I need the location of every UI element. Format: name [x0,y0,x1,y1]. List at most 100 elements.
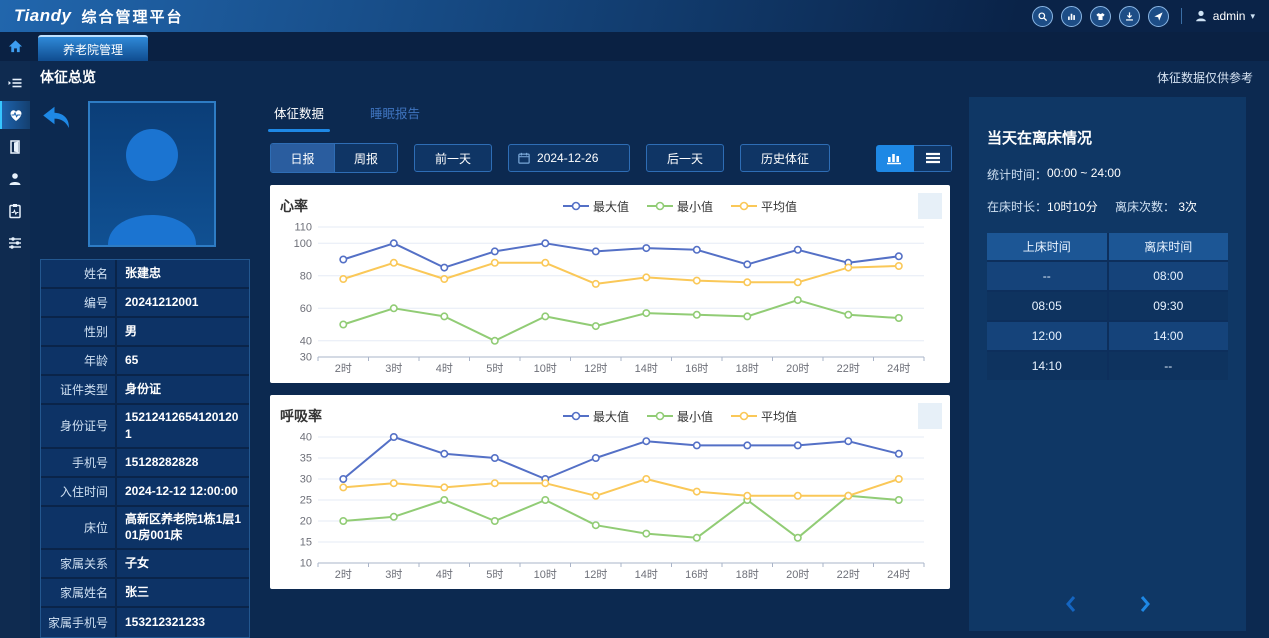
bed-table-row: --08:00 [987,260,1228,290]
history-vitals-button[interactable]: 历史体征 [740,144,830,172]
chart-card: 心率 最大值最小值平均值 304060801001102时3时4时5时10时12… [270,185,950,383]
person-icon [1194,9,1208,23]
svg-text:110: 110 [294,222,312,234]
sidebar-item-door[interactable] [0,133,30,161]
patient-field-row: 家属手机号153212321233 [41,608,249,637]
legend-item[interactable]: 平均值 [731,198,797,215]
weekly-report-button[interactable]: 周报 [334,144,397,172]
bed-table-cell: 08:05 [987,292,1107,320]
list-icon [924,151,942,165]
window-tab-nursing-home[interactable]: 养老院管理 [38,35,148,61]
main-layout: 体征总览 体征数据仅供参考 姓名张建忠编号20241212001性别男年龄65证… [0,61,1269,638]
svg-text:5时: 5时 [486,362,503,375]
svg-text:100: 100 [294,238,312,250]
sidebar-item-person[interactable] [0,165,30,193]
theme-icon[interactable] [1090,6,1111,27]
settings-sliders-icon [7,235,23,251]
tab-sleep-report[interactable]: 睡眠报告 [366,103,424,127]
prev-page-button[interactable] [1060,593,1082,615]
brand-logo: Tiandy [14,6,71,26]
bed-table-cell: 14:00 [1107,322,1229,350]
list-view-button[interactable] [914,145,952,172]
bed-table-cell: 09:30 [1107,292,1229,320]
field-label: 家属姓名 [41,579,117,606]
patient-field-row: 手机号15128282828 [41,449,249,478]
calendar-icon [518,152,530,164]
patient-field-row: 证件类型身份证 [41,376,249,405]
bed-table-header-cell: 上床时间 [987,233,1107,260]
tab-vitals-data[interactable]: 体征数据 [270,103,328,127]
svg-text:10时: 10时 [534,362,557,375]
sidebar-item-vitals[interactable] [0,101,30,129]
page-title: 体征总览 [40,67,96,87]
field-label: 性别 [41,318,117,345]
divider [1181,8,1182,24]
page-note: 体征数据仅供参考 [1157,69,1253,86]
bed-table-cell: 12:00 [987,322,1107,350]
back-button[interactable] [42,105,72,131]
report-type-group: 日报 周报 [270,143,398,173]
bed-duration: 在床时长： 10时10分 [987,198,1115,215]
field-label: 姓名 [41,260,117,287]
svg-text:40: 40 [300,432,312,444]
legend-item[interactable]: 最大值 [563,198,629,215]
field-label: 床位 [41,507,117,549]
daily-report-button[interactable]: 日报 [271,144,334,172]
svg-text:16时: 16时 [685,568,708,581]
field-value: 153212321233 [117,608,249,637]
svg-text:4时: 4时 [436,362,453,375]
legend-item[interactable]: 最大值 [563,408,629,425]
bar-chart-icon [886,150,904,166]
bed-table-cell: 08:00 [1107,262,1229,290]
field-value: 15128282828 [117,449,249,476]
patient-photo [88,101,216,247]
legend-item[interactable]: 最小值 [647,198,713,215]
svg-text:30: 30 [300,474,312,486]
avatar-silhouette [90,103,214,245]
svg-text:20时: 20时 [786,362,809,375]
patient-field-row: 性别男 [41,318,249,347]
download-icon[interactable] [1119,6,1140,27]
stats-icon[interactable] [1061,6,1082,27]
svg-text:35: 35 [300,453,312,465]
svg-text:14时: 14时 [635,362,658,375]
bed-table: 上床时间离床时间 --08:0008:0509:3012:0014:0014:1… [987,233,1228,380]
prev-day-button[interactable]: 前一天 [414,144,492,172]
legend-item[interactable]: 平均值 [731,408,797,425]
sidebar [0,61,30,638]
sidebar-item-settings[interactable] [0,229,30,257]
topbar-actions: admin ▾ [1024,6,1255,27]
top-bar: Tiandy 综合管理平台 admin ▾ [0,0,1269,32]
field-value: 身份证 [117,376,249,403]
next-page-button[interactable] [1134,593,1156,615]
sidebar-item-report[interactable] [0,197,30,225]
page-head: 体征总览 体征数据仅供参考 [40,61,1269,93]
next-day-button[interactable]: 后一天 [646,144,724,172]
bed-table-row: 12:0014:00 [987,320,1228,350]
chart-view-button[interactable] [876,145,914,172]
svg-text:18时: 18时 [736,568,759,581]
bed-table-cell: -- [987,262,1107,290]
home-button[interactable] [0,32,30,61]
legend-item[interactable]: 最小值 [647,408,713,425]
back-arrow-icon [42,105,72,131]
stat-time-line: 统计时间： 00:00 ~ 24:00 [987,166,1228,183]
date-picker[interactable]: 2024-12-26 [508,144,630,172]
sidebar-item-menu[interactable] [0,69,30,97]
bed-table-body: --08:0008:0509:3012:0014:0014:10-- [987,260,1228,380]
svg-text:3时: 3时 [385,362,402,375]
svg-text:10时: 10时 [534,568,557,581]
patient-field-row: 编号20241212001 [41,289,249,318]
field-label: 手机号 [41,449,117,476]
field-label: 身份证号 [41,405,117,447]
svg-text:12时: 12时 [584,568,607,581]
locate-icon[interactable] [1148,6,1169,27]
chart-toolbox[interactable] [918,193,942,219]
stat-time-label: 统计时间： [987,166,1047,183]
content-area: 体征总览 体征数据仅供参考 姓名张建忠编号20241212001性别男年龄65证… [30,61,1269,638]
user-menu[interactable]: admin ▾ [1194,9,1255,23]
field-label: 编号 [41,289,117,316]
chart-toolbox[interactable] [918,403,942,429]
svg-text:22时: 22时 [837,362,860,375]
search-icon[interactable] [1032,6,1053,27]
